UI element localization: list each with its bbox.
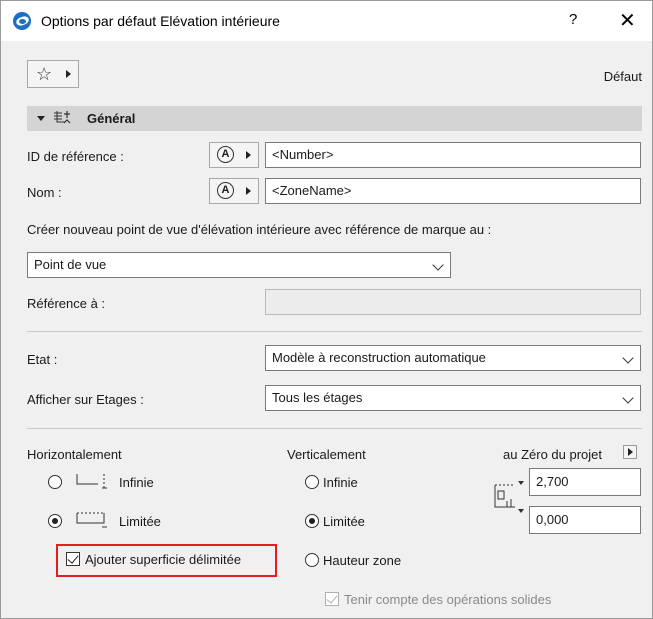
dialog-window: Options par défaut Elévation intérieure …	[0, 0, 653, 619]
ref-id-label: ID de référence :	[27, 149, 124, 164]
chevron-down-icon	[622, 392, 634, 404]
name-label: Nom :	[27, 185, 62, 200]
general-panel-header[interactable]: Général	[27, 106, 642, 131]
star-icon: ☆	[36, 64, 53, 84]
title-bar: Options par défaut Elévation intérieure …	[1, 1, 652, 41]
marker-symbol-icon: A	[217, 182, 234, 199]
vertical-zone-height-radio[interactable]	[305, 553, 319, 567]
show-on-stories-value: Tous les étages	[272, 390, 363, 405]
show-on-stories-label: Afficher sur Etages :	[27, 392, 144, 407]
show-on-stories-select[interactable]: Tous les étages	[265, 385, 641, 411]
reference-to-input[interactable]	[265, 289, 641, 315]
vertical-limited-radio[interactable]	[305, 514, 319, 528]
horizontal-label: Horizontalement	[27, 447, 122, 462]
horizontal-limited-label: Limitée	[119, 514, 161, 529]
divider	[27, 428, 642, 429]
create-viewpoint-value: Point de vue	[34, 257, 107, 272]
chevron-right-icon	[246, 187, 251, 195]
checkmark-icon	[67, 552, 79, 564]
chevron-right-icon	[246, 151, 251, 159]
chevron-right-icon	[66, 70, 71, 78]
close-button[interactable]: ✕	[619, 8, 636, 33]
height-dimension-icon	[494, 481, 524, 513]
vertical-infinite-label: Infinie	[323, 475, 358, 490]
bottom-height-input[interactable]: 0,000	[529, 506, 641, 534]
chevron-down-icon	[432, 259, 444, 271]
add-area-checkbox[interactable]	[66, 552, 80, 566]
archicad-icon	[13, 12, 31, 30]
name-input[interactable]: <ZoneName>	[265, 178, 641, 204]
collapse-icon	[37, 116, 45, 121]
vertical-limited-label: Limitée	[323, 514, 365, 529]
horizontal-infinite-radio[interactable]	[48, 475, 62, 489]
general-panel-title: Général	[87, 111, 136, 126]
chevron-down-icon	[622, 352, 634, 364]
favorites-button[interactable]: ☆	[27, 60, 79, 88]
create-viewpoint-select[interactable]: Point de vue	[27, 252, 451, 278]
state-label: Etat :	[27, 352, 58, 367]
chevron-right-icon	[628, 448, 633, 456]
infinite-range-icon	[76, 474, 107, 489]
window-title: Options par défaut Elévation intérieure	[41, 13, 280, 29]
ref-id-input[interactable]: <Number>	[265, 142, 641, 168]
reference-to-label: Référence à :	[27, 296, 106, 311]
marker-symbol-icon: A	[217, 146, 234, 163]
state-value: Modèle à reconstruction automatique	[272, 350, 486, 365]
project-zero-label: au Zéro du projet	[503, 447, 603, 462]
solid-operations-label: Tenir compte des opérations solides	[344, 592, 552, 607]
help-button[interactable]: ?	[569, 11, 577, 28]
state-select[interactable]: Modèle à reconstruction automatique	[265, 345, 641, 371]
create-viewpoint-label: Créer nouveau point de vue d'élévation i…	[27, 222, 492, 237]
general-settings-icon	[54, 111, 71, 124]
horizontal-limited-radio[interactable]	[48, 514, 62, 528]
divider	[27, 331, 642, 332]
horizontal-infinite-label: Infinie	[119, 475, 154, 490]
ref-id-marker-button[interactable]: A	[209, 142, 259, 168]
name-marker-button[interactable]: A	[209, 178, 259, 204]
vertical-label: Verticalement	[287, 447, 366, 462]
top-height-input[interactable]: 2,700	[529, 468, 641, 496]
solid-operations-checkbox[interactable]	[325, 592, 339, 606]
checkmark-icon	[326, 592, 338, 604]
vertical-infinite-radio[interactable]	[305, 475, 319, 489]
default-label: Défaut	[603, 69, 642, 84]
project-zero-button[interactable]	[623, 445, 637, 459]
vertical-zone-height-label: Hauteur zone	[323, 553, 402, 568]
add-area-label: Ajouter superficie délimitée	[85, 552, 242, 567]
limited-range-icon	[76, 512, 107, 528]
